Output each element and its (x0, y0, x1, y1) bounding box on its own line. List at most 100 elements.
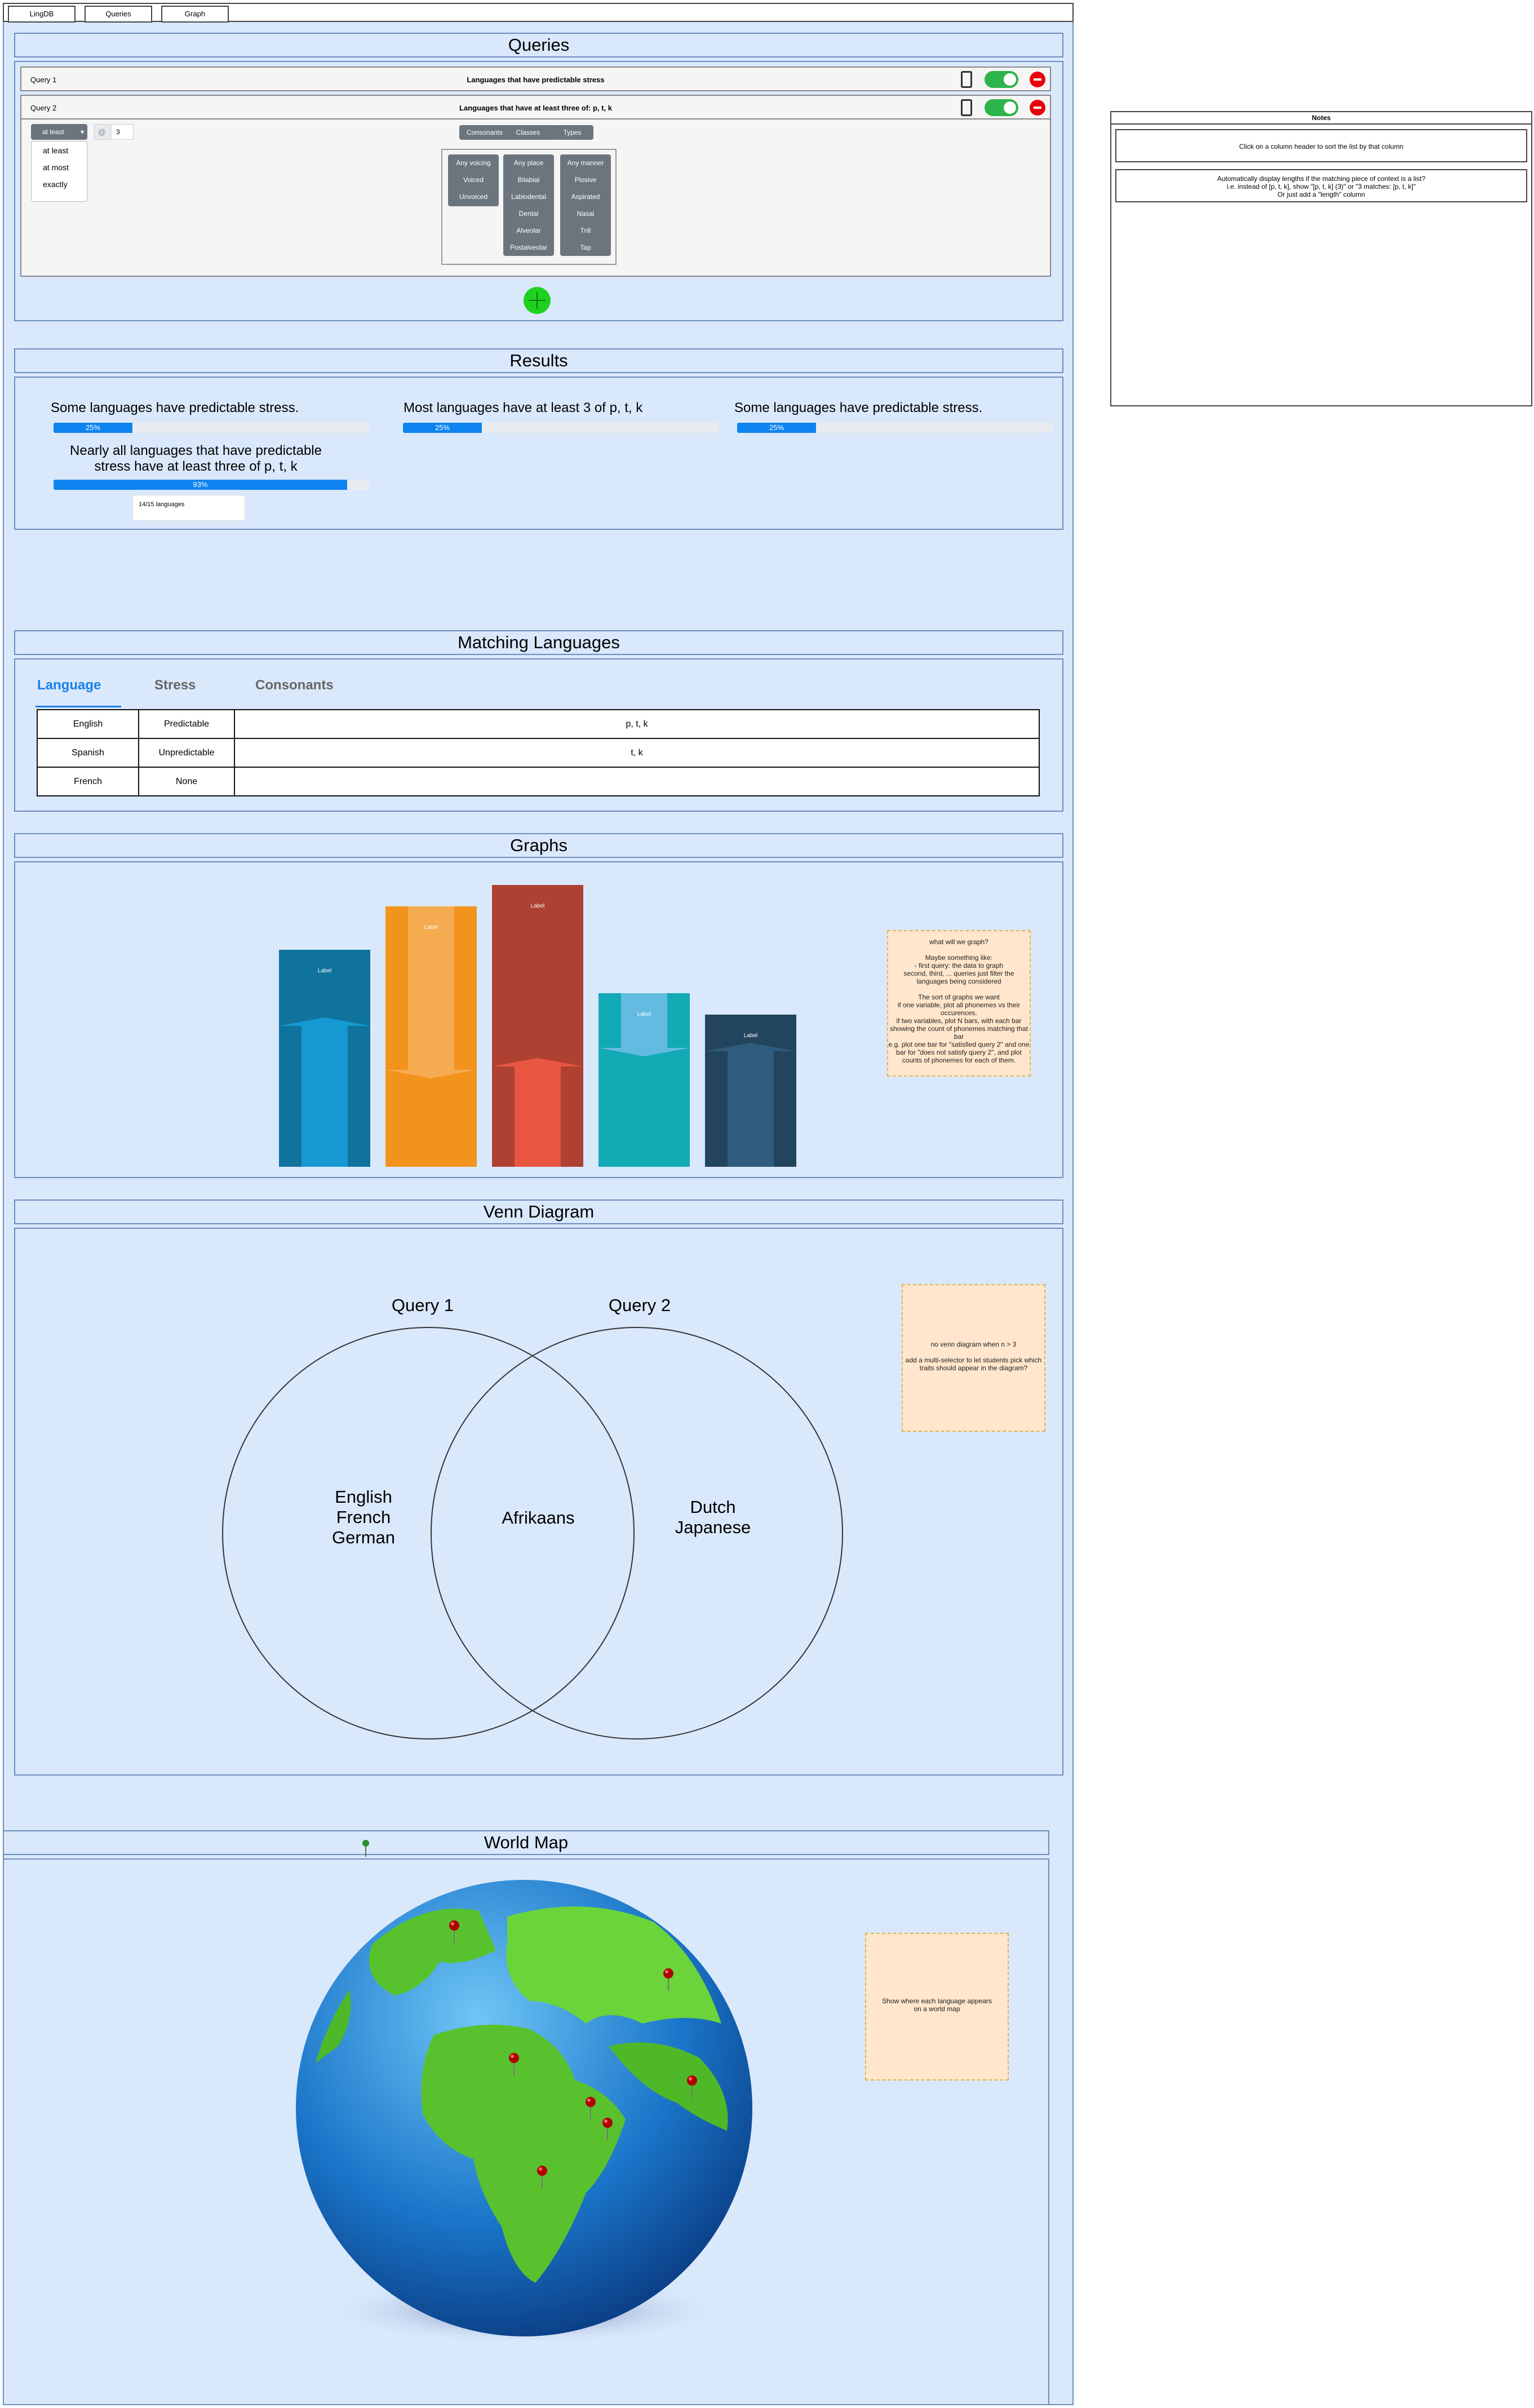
result-bar-fill: 25% (54, 423, 132, 433)
option-nasal[interactable]: Nasal (560, 205, 611, 222)
note-line: bar (954, 1033, 964, 1041)
result-text-3: Some languages have predictable stress. (734, 400, 983, 415)
venn-item: French (336, 1507, 391, 1527)
delete-icon[interactable] (1030, 72, 1045, 87)
option-any-manner[interactable]: Any manner (560, 154, 611, 171)
tab-queries[interactable]: Queries (85, 6, 152, 23)
toggle-switch[interactable] (985, 71, 1018, 88)
cell-stress: Predictable (138, 709, 235, 739)
venn-left-title: Query 1 (391, 1295, 454, 1315)
map-pin-icon[interactable] (447, 1919, 461, 1944)
clipboard-icon[interactable] (961, 99, 972, 116)
map-pin-icon[interactable] (584, 2096, 597, 2121)
note-line: if one variable, plot all phonemes vs th… (897, 1001, 1021, 1009)
result-bar-fill: 25% (403, 423, 482, 433)
tab-types[interactable]: Types (551, 125, 593, 140)
cell-language: English (37, 709, 139, 739)
graph-bar-2: Label (385, 906, 477, 1167)
tab-stress[interactable]: Stress (154, 678, 196, 693)
tab-classes[interactable]: Classes (503, 125, 553, 140)
venn-circle-left (222, 1327, 635, 1739)
result-bar-4: 93% (54, 480, 369, 490)
note-line: The sort of graphs we want (918, 993, 1000, 1001)
note-line (903, 1348, 1044, 1356)
up-arrow-icon (279, 1017, 370, 1167)
note-line: - first query: the data to graph (914, 962, 1004, 970)
note-line: what will we graph? (929, 938, 988, 946)
option-aspirated[interactable]: Aspirated (560, 188, 611, 205)
query-title: Languages that have at least three of: p… (459, 104, 612, 112)
quantifier-menu: at least at most exactly (31, 141, 87, 202)
query-row-1[interactable]: Query 1 Languages that have predictable … (20, 67, 1051, 91)
graph-bar-label: Label (637, 1011, 651, 1017)
globe-image (296, 1880, 752, 2345)
quantifier-dropdown[interactable]: at least ▾ (31, 124, 87, 140)
option-postalveolar[interactable]: Postalveolar (503, 239, 554, 256)
graph-bar-label: Label (530, 903, 545, 909)
option-plosive[interactable]: Plosive (560, 171, 611, 188)
count-input[interactable]: 3 (111, 124, 134, 140)
result-bar-fill: 25% (737, 423, 816, 433)
table-row[interactable]: French None (37, 767, 1040, 796)
venn-item: Dutch (690, 1497, 736, 1517)
venn-item: Japanese (675, 1517, 751, 1537)
option-voiced[interactable]: Voiced (448, 171, 499, 188)
queries-header: Queries (14, 33, 1063, 57)
result-bar-fill: 93% (54, 480, 347, 490)
result-text-1: Some languages have predictable stress. (51, 400, 299, 415)
graph-bar-1: Label (279, 950, 370, 1167)
note-line: Automatically display lengths if the mat… (1217, 175, 1426, 183)
tab-consonants[interactable]: Consonants (255, 678, 334, 693)
map-pin-icon[interactable] (535, 2164, 549, 2189)
venn-left-only: English French German (307, 1487, 420, 1548)
menu-item-at-most[interactable]: at most (32, 158, 87, 175)
results-header: Results (14, 348, 1063, 373)
note-line: traits should appear in the diagram? (919, 1364, 1028, 1372)
map-pin-icon[interactable] (662, 1967, 675, 1992)
clipboard-icon[interactable] (961, 71, 972, 88)
note-line: Show where each language appears (882, 1997, 992, 2005)
option-unvoiced[interactable]: Unvoiced (448, 188, 499, 205)
option-alveolar[interactable]: Alveolar (503, 222, 554, 239)
cell-stress: None (138, 767, 235, 796)
down-arrow-icon (598, 993, 690, 1056)
option-tap[interactable]: Tap (560, 239, 611, 256)
delete-icon[interactable] (1030, 100, 1045, 116)
option-trill[interactable]: Trill (560, 222, 611, 239)
option-dental[interactable]: Dental (503, 205, 554, 222)
matching-table: English Predictable p, t, k Spanish Unpredi… (37, 709, 1040, 796)
option-bilabial[interactable]: Bilabial (503, 171, 554, 188)
note-line: counts of phonemes for each of them. (902, 1056, 1016, 1064)
map-pin-icon[interactable] (507, 2052, 521, 2077)
tab-lingdb[interactable]: LingDB (8, 6, 76, 23)
note-line: e.g. plot one bar for "satisfied query 2… (888, 1041, 1030, 1048)
option-labiodental[interactable]: Labiodental (503, 188, 554, 205)
graph-bar-label: Label (743, 1033, 758, 1039)
add-query-icon[interactable] (523, 286, 551, 315)
venn-item: Afrikaans (502, 1508, 575, 1528)
worldmap-header: World Map (3, 1830, 1049, 1855)
tab-language[interactable]: Language (37, 678, 101, 693)
tab-graph[interactable]: Graph (161, 6, 229, 23)
green-pin-icon (362, 1840, 369, 1857)
option-any-voicing[interactable]: Any voicing (448, 154, 499, 171)
map-pin-icon[interactable] (685, 2074, 699, 2099)
matching-header: Matching Languages (14, 630, 1063, 655)
menu-item-at-least[interactable]: at least (32, 141, 87, 158)
note-line: bar for "does not satisfy query 2", and … (896, 1048, 1022, 1056)
menu-item-exactly[interactable]: exactly (32, 175, 87, 192)
cell-consonants: t, k (234, 738, 1040, 768)
table-row[interactable]: English Predictable p, t, k (37, 709, 1040, 739)
caret-down-icon: ▾ (80, 128, 84, 136)
cell-language: French (37, 767, 139, 796)
toggle-switch[interactable] (985, 99, 1018, 116)
note-item: Click on a column header to sort the lis… (1115, 129, 1527, 162)
note-line: showing the count of phonemes matching t… (890, 1025, 1028, 1033)
option-any-place[interactable]: Any place (503, 154, 554, 171)
result-text-2: Most languages have at least 3 of p, t, … (404, 400, 643, 415)
map-pin-icon[interactable] (601, 2117, 614, 2141)
note-line: second, third, ... queries just filter t… (903, 970, 1014, 977)
at-symbol: @ (94, 124, 110, 140)
graph-bar-3: Label (492, 885, 583, 1167)
table-row[interactable]: Spanish Unpredictable t, k (37, 738, 1040, 768)
